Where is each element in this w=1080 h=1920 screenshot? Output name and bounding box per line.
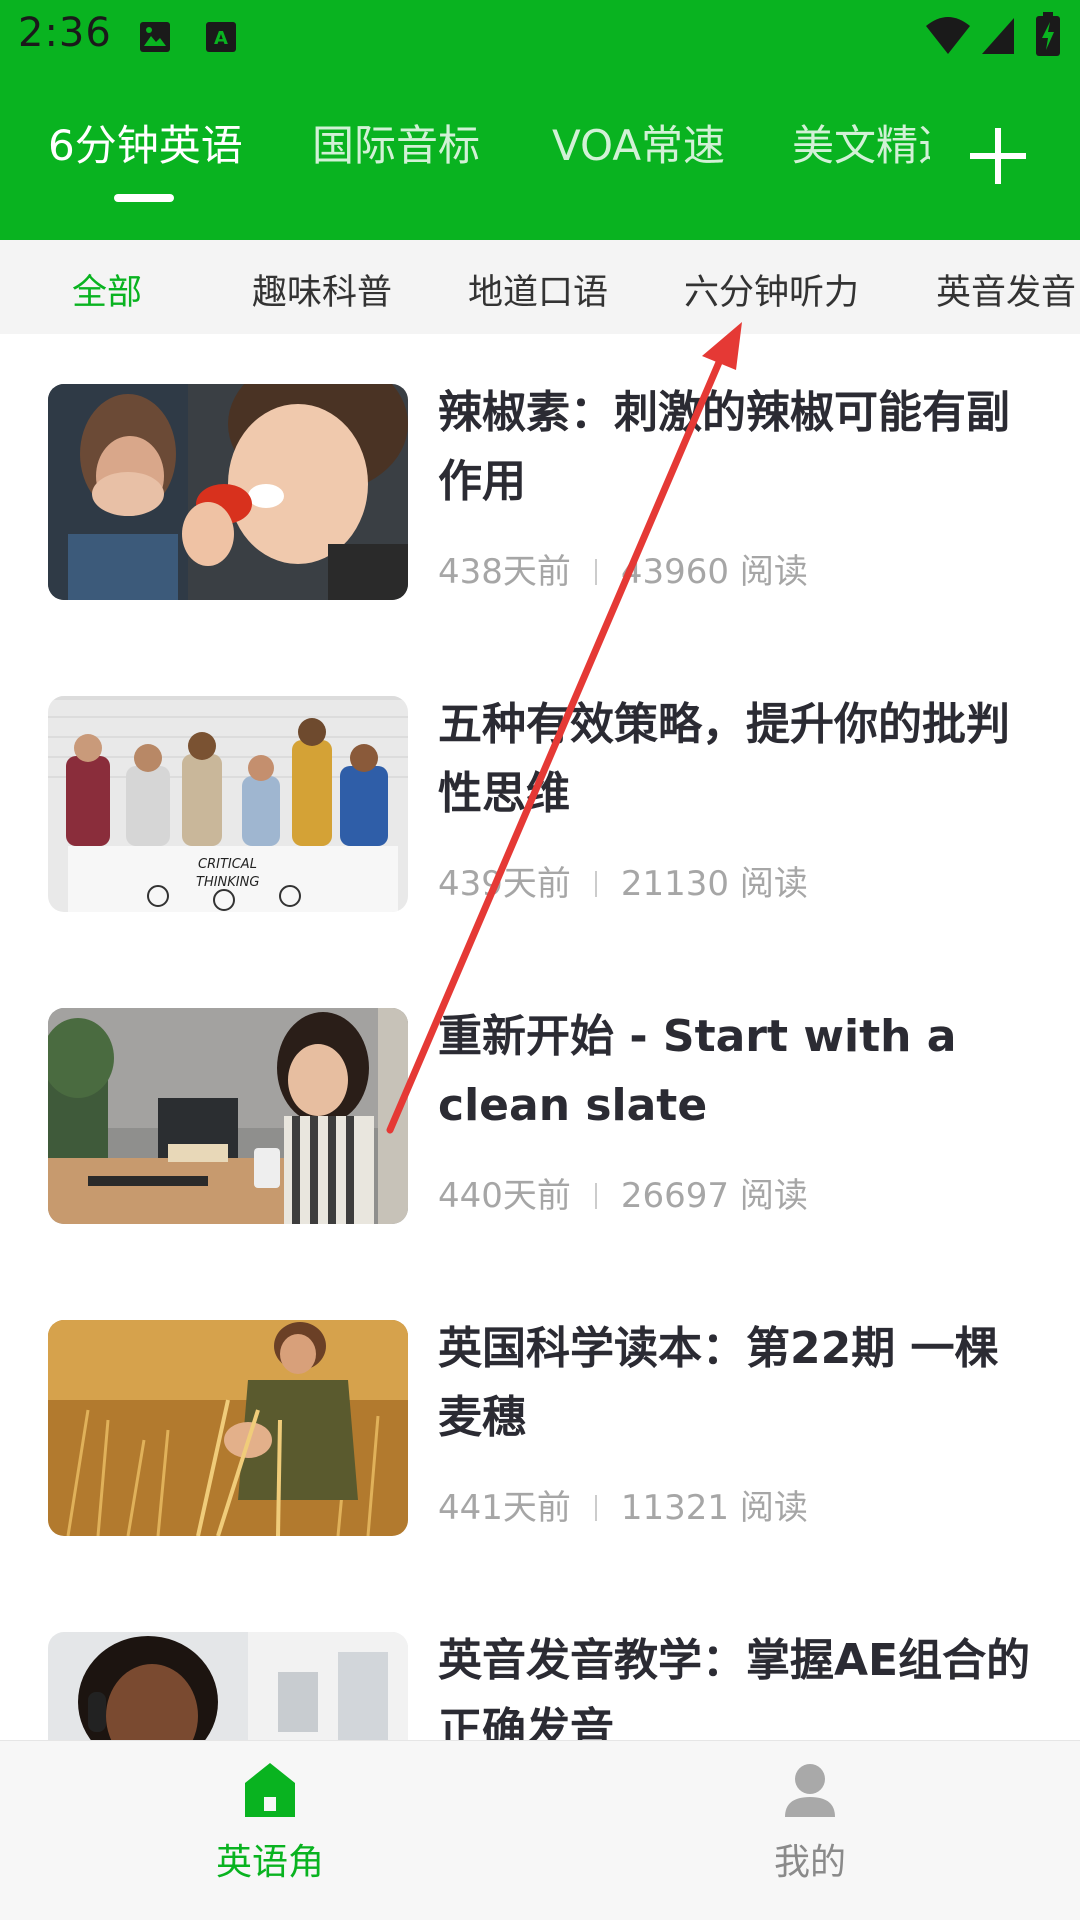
list-item[interactable]: 辣椒素：刺激的辣椒可能有副作用 438天前 43960 阅读 bbox=[0, 334, 1080, 646]
wifi-icon bbox=[924, 16, 972, 56]
plus-icon bbox=[970, 128, 1026, 184]
svg-text:THINKING: THINKING bbox=[196, 875, 259, 890]
top-header: 2:36 A 6分钟英语 国际音标 VOA常速 美文精选 bbox=[0, 0, 1080, 240]
article-title: 辣椒素：刺激的辣椒可能有副作用 bbox=[438, 387, 1010, 507]
active-tab-indicator bbox=[114, 194, 174, 202]
tab-overflow-mask bbox=[930, 100, 960, 200]
category-fun-science[interactable]: 趣味科普 bbox=[252, 264, 392, 315]
article-age: 440天前 bbox=[438, 1176, 571, 1216]
category-authentic-speaking[interactable]: 地道口语 bbox=[468, 264, 608, 315]
article-meta: 439天前 21130 阅读 bbox=[438, 856, 808, 905]
bottom-navigation: 英语角 我的 bbox=[0, 1740, 1080, 1920]
category-british-pronunciation[interactable]: 英音发音 bbox=[936, 264, 1076, 315]
article-age: 438天前 bbox=[438, 552, 571, 592]
article-title: 五种有效策略，提升你的批判性思维 bbox=[438, 699, 1010, 819]
article-age: 439天前 bbox=[438, 864, 571, 904]
article-age: 441天前 bbox=[438, 1488, 571, 1528]
nav-mine[interactable]: 我的 bbox=[540, 1741, 1080, 1920]
nav-label: 我的 bbox=[773, 1842, 846, 1883]
status-bar: 2:36 A bbox=[0, 0, 1080, 72]
article-thumbnail bbox=[48, 1008, 408, 1224]
home-icon bbox=[245, 1763, 295, 1817]
nav-label: 英语角 bbox=[215, 1842, 324, 1883]
status-time: 2:36 bbox=[18, 10, 112, 56]
meta-divider bbox=[594, 1183, 597, 1209]
nav-english-corner[interactable]: 英语角 bbox=[0, 1741, 540, 1920]
person-icon bbox=[785, 1764, 835, 1817]
category-six-minute-listening[interactable]: 六分钟听力 bbox=[684, 264, 859, 315]
article-list: 辣椒素：刺激的辣椒可能有副作用 438天前 43960 阅读 CRITICAL … bbox=[0, 334, 1080, 1740]
app-notification-icon: A bbox=[204, 20, 238, 54]
gallery-notification-icon bbox=[138, 20, 172, 54]
article-thumbnail bbox=[48, 1632, 408, 1740]
article-reads: 43960 阅读 bbox=[620, 552, 808, 592]
category-all[interactable]: 全部 bbox=[72, 264, 142, 315]
list-item[interactable]: CRITICAL THINKING 五种有效策略，提升你的批判性思维 439天前… bbox=[0, 646, 1080, 958]
article-reads: 21130 阅读 bbox=[620, 864, 808, 904]
tab-ipa[interactable]: 国际音标 bbox=[312, 112, 480, 173]
cellular-signal-icon bbox=[980, 16, 1016, 56]
list-item[interactable]: 英音发音教学：掌握AE组合的正确发音 bbox=[0, 1582, 1080, 1740]
meta-divider bbox=[594, 559, 597, 585]
article-meta: 438天前 43960 阅读 bbox=[438, 544, 808, 593]
list-item[interactable]: 英国科学读本：第22期 一棵麦穗 441天前 11321 阅读 bbox=[0, 1270, 1080, 1582]
tab-selected-essays[interactable]: 美文精选 bbox=[792, 112, 950, 173]
article-thumbnail: CRITICAL THINKING bbox=[48, 696, 408, 912]
article-title: 英音发音教学：掌握AE组合的正确发音 bbox=[438, 1635, 1031, 1740]
article-meta: 440天前 26697 阅读 bbox=[438, 1168, 808, 1217]
svg-text:A: A bbox=[214, 28, 228, 49]
category-bar: 全部 趣味科普 地道口语 六分钟听力 英音发音 bbox=[0, 240, 1080, 334]
article-reads: 26697 阅读 bbox=[620, 1176, 808, 1216]
list-item[interactable]: 重新开始 - Start with a clean slate 440天前 266… bbox=[0, 958, 1080, 1270]
article-thumbnail bbox=[48, 1320, 408, 1536]
add-channel-button[interactable] bbox=[964, 122, 1032, 190]
article-thumbnail bbox=[48, 384, 408, 600]
tab-6-minute-english[interactable]: 6分钟英语 bbox=[48, 112, 243, 173]
article-title: 英国科学读本：第22期 一棵麦穗 bbox=[438, 1323, 999, 1443]
battery-icon bbox=[1036, 12, 1060, 56]
meta-divider bbox=[594, 1495, 597, 1521]
article-title: 重新开始 - Start with a clean slate bbox=[438, 1011, 957, 1131]
svg-text:CRITICAL: CRITICAL bbox=[198, 857, 257, 872]
article-reads: 11321 阅读 bbox=[620, 1488, 808, 1528]
tab-voa-standard[interactable]: VOA常速 bbox=[552, 112, 725, 173]
meta-divider bbox=[594, 871, 597, 897]
article-meta: 441天前 11321 阅读 bbox=[438, 1480, 808, 1529]
